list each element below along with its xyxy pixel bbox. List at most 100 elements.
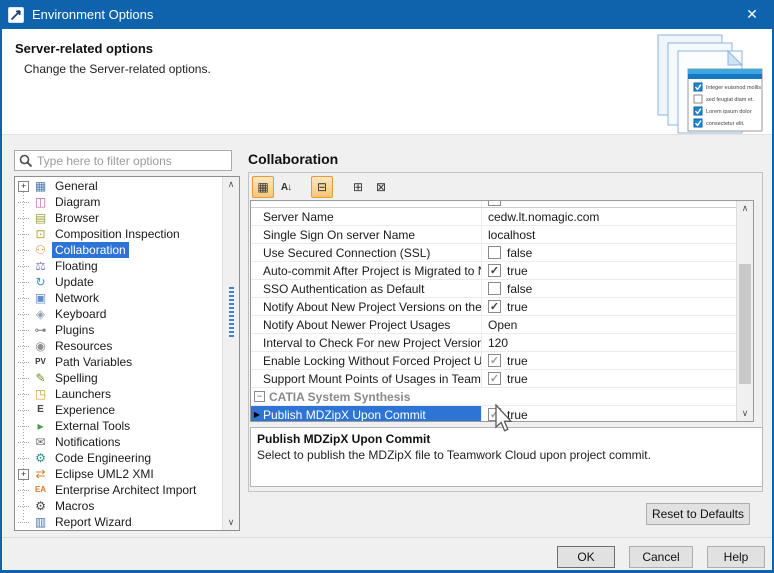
value-cell[interactable]: ✓true bbox=[482, 406, 736, 421]
composition-inspection-icon: ⊡ bbox=[32, 227, 49, 241]
collapse-group-icon[interactable]: − bbox=[254, 391, 265, 402]
sidebar-item-label: Report Wizard bbox=[52, 514, 135, 530]
expand-toggle-icon[interactable]: + bbox=[18, 469, 29, 480]
sort-alphabetically-button[interactable]: A↓ bbox=[275, 176, 297, 198]
sidebar-item-label: External Tools bbox=[52, 418, 133, 434]
table-row[interactable]: Notify About New Project Versions on the… bbox=[251, 298, 736, 316]
sidebar-item-network[interactable]: ▣Network bbox=[15, 290, 222, 306]
reset-to-defaults-button[interactable]: Reset to Defaults bbox=[646, 503, 750, 525]
ok-button[interactable]: OK bbox=[557, 546, 615, 568]
description-title: Publish MDZipX Upon Commit bbox=[257, 432, 756, 446]
sidebar-item-collaboration[interactable]: ⚇Collaboration bbox=[15, 242, 222, 258]
sidebar-item-spelling[interactable]: ✎Spelling bbox=[15, 370, 222, 386]
sort-az-icon: A↓ bbox=[281, 182, 291, 193]
tree-connector bbox=[18, 234, 29, 235]
sidebar-item-enterprise-architect-import[interactable]: EAEnterprise Architect Import bbox=[15, 482, 222, 498]
row-marker-icon: ▶ bbox=[251, 406, 263, 421]
categorized-view-button[interactable]: ▦ bbox=[252, 176, 274, 198]
sidebar-item-label: Plugins bbox=[52, 322, 97, 338]
tree-connector bbox=[18, 490, 29, 491]
sidebar-item-browser[interactable]: ▤Browser bbox=[15, 210, 222, 226]
scroll-down-icon[interactable]: ∨ bbox=[223, 515, 239, 530]
table-scrollbar[interactable]: ∧ ∨ bbox=[736, 201, 753, 421]
external-tools-icon: ▸ bbox=[32, 419, 49, 433]
title-bar[interactable]: Environment Options ✕ bbox=[0, 0, 774, 29]
help-button[interactable]: Help bbox=[707, 546, 765, 568]
properties-rows: Server Name cedw.lt.nomagic.com Single S… bbox=[251, 201, 736, 421]
sidebar-item-notifications[interactable]: ✉Notifications bbox=[15, 434, 222, 450]
value-cell[interactable]: ✓true bbox=[482, 370, 736, 387]
value-cell[interactable]: Open bbox=[482, 316, 736, 333]
sidebar-item-plugins[interactable]: ⊶Plugins bbox=[15, 322, 222, 338]
tree-scrollbar-thumb[interactable] bbox=[229, 287, 234, 339]
table-row[interactable]: Use Secured Connection (SSL) false bbox=[251, 244, 736, 262]
sidebar-item-update[interactable]: ↻Update bbox=[15, 274, 222, 290]
options-tree-items: +▦General ◫Diagram ▤Browser ⊡Composition… bbox=[15, 177, 222, 530]
value-cell[interactable]: ✓true bbox=[482, 262, 736, 279]
tree-connector bbox=[18, 314, 29, 315]
checkbox-icon[interactable] bbox=[488, 282, 501, 295]
table-row[interactable]: Support Mount Points of Usages in Teamwo… bbox=[251, 370, 736, 388]
path-variables-icon: PV bbox=[32, 355, 49, 369]
value-cell[interactable]: cedw.lt.nomagic.com bbox=[482, 208, 736, 225]
environment-options-dialog: Environment Options ✕ Server-related opt… bbox=[0, 0, 774, 573]
browser-icon: ▤ bbox=[32, 211, 49, 225]
filter-options-input[interactable] bbox=[37, 152, 231, 169]
table-row-partial[interactable] bbox=[251, 201, 736, 208]
table-row[interactable]: Interval to Check For new Project Versio… bbox=[251, 334, 736, 352]
checkbox-checked-icon[interactable]: ✓ bbox=[488, 264, 501, 277]
tree-connector bbox=[18, 442, 29, 443]
table-row[interactable]: SSO Authentication as Default false bbox=[251, 280, 736, 298]
sidebar-item-macros[interactable]: ⚙Macros bbox=[15, 498, 222, 514]
expand-toggle-icon[interactable]: + bbox=[18, 181, 29, 192]
value-cell[interactable]: ✓true bbox=[482, 352, 736, 369]
scroll-down-icon[interactable]: ∨ bbox=[737, 406, 753, 421]
sidebar-item-label: Floating bbox=[52, 258, 101, 274]
tree-connector bbox=[18, 250, 29, 251]
sidebar-item-keyboard[interactable]: ◈Keyboard bbox=[15, 306, 222, 322]
table-row[interactable]: Notify About Newer Project Usages Open bbox=[251, 316, 736, 334]
cancel-button[interactable]: Cancel bbox=[629, 546, 693, 568]
value-cell[interactable]: ✓true bbox=[482, 298, 736, 315]
resources-icon: ◉ bbox=[32, 339, 49, 353]
sidebar-item-code-engineering[interactable]: ⚙Code Engineering bbox=[15, 450, 222, 466]
table-row[interactable]: Server Name cedw.lt.nomagic.com bbox=[251, 208, 736, 226]
dialog-header: Server-related options Change the Server… bbox=[2, 29, 772, 135]
close-icon[interactable]: ✕ bbox=[730, 0, 774, 29]
sidebar-item-label: Eclipse UML2 XMI bbox=[52, 466, 157, 482]
checkbox-checked-icon[interactable]: ✓ bbox=[488, 372, 501, 385]
table-scrollbar-thumb[interactable] bbox=[739, 264, 751, 384]
value-cell[interactable]: false bbox=[482, 280, 736, 297]
sidebar-item-experience[interactable]: EExperience bbox=[15, 402, 222, 418]
tree-connector bbox=[18, 218, 29, 219]
sidebar-item-general[interactable]: +▦General bbox=[15, 178, 222, 194]
checkbox-icon[interactable] bbox=[488, 201, 501, 206]
sidebar-item-external-tools[interactable]: ▸External Tools bbox=[15, 418, 222, 434]
checkbox-icon[interactable] bbox=[488, 246, 501, 259]
checkbox-checked-icon[interactable]: ✓ bbox=[488, 354, 501, 367]
value-cell[interactable]: localhost bbox=[482, 226, 736, 243]
tree-connector bbox=[18, 362, 29, 363]
scroll-up-icon[interactable]: ∧ bbox=[737, 201, 753, 216]
sidebar-item-composition-inspection[interactable]: ⊡Composition Inspection bbox=[15, 226, 222, 242]
show-description-button[interactable]: ⊟ bbox=[311, 176, 333, 198]
launchers-icon: ◳ bbox=[32, 387, 49, 401]
sidebar-item-path-variables[interactable]: PVPath Variables bbox=[15, 354, 222, 370]
table-row[interactable]: Auto-commit After Project is Migrated to… bbox=[251, 262, 736, 280]
collapse-all-button[interactable]: ⊠ bbox=[370, 176, 392, 198]
sidebar-item-diagram[interactable]: ◫Diagram bbox=[15, 194, 222, 210]
tree-scrollbar[interactable]: ∧ ∨ bbox=[222, 177, 239, 530]
value-cell[interactable]: false bbox=[482, 244, 736, 261]
expand-all-button[interactable]: ⊞ bbox=[347, 176, 369, 198]
sidebar-item-eclipse-uml2-xmi[interactable]: +⇄Eclipse UML2 XMI bbox=[15, 466, 222, 482]
value-cell[interactable]: 120 bbox=[482, 334, 736, 351]
sidebar-item-launchers[interactable]: ◳Launchers bbox=[15, 386, 222, 402]
scroll-up-icon[interactable]: ∧ bbox=[223, 177, 239, 192]
checkbox-checked-icon[interactable]: ✓ bbox=[488, 300, 501, 313]
sidebar-item-resources[interactable]: ◉Resources bbox=[15, 338, 222, 354]
table-row[interactable]: Enable Locking Without Forced Project Up… bbox=[251, 352, 736, 370]
table-row[interactable]: Single Sign On server Name localhost bbox=[251, 226, 736, 244]
sidebar-item-report-wizard[interactable]: ▥Report Wizard bbox=[15, 514, 222, 530]
sidebar-item-floating[interactable]: ⚖Floating bbox=[15, 258, 222, 274]
header-subtitle: Change the Server-related options. bbox=[24, 62, 211, 76]
